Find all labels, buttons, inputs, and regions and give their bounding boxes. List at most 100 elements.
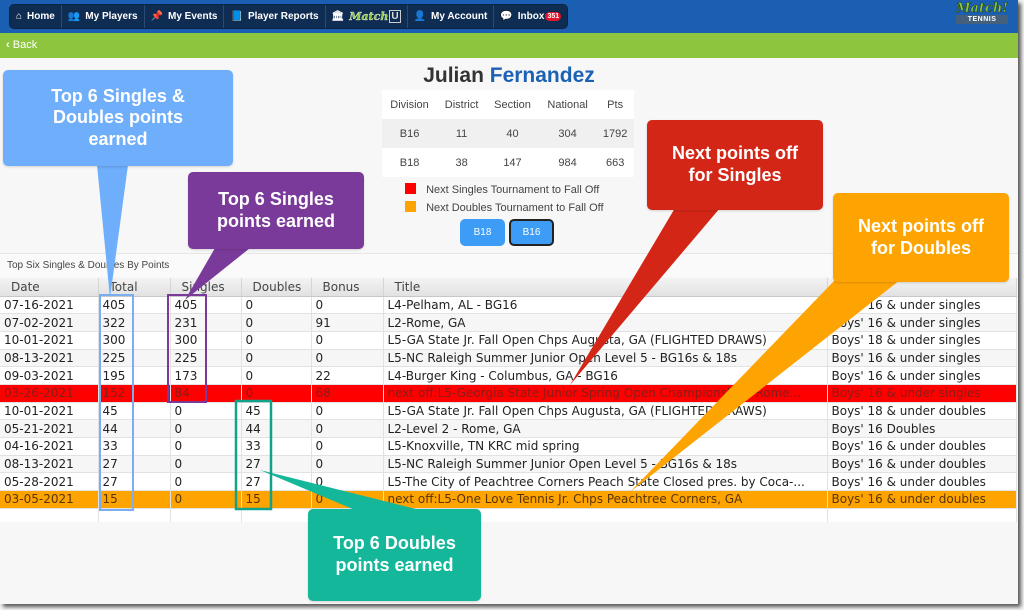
cell-bonus: 0 <box>311 331 384 350</box>
cell-division: Boys' 16 & under doubles <box>827 455 1017 474</box>
cell-title: L2-Rome, GA <box>383 313 828 332</box>
table-filler-row <box>0 508 1017 523</box>
cell-division: Boys' 16 & under singles <box>827 349 1017 368</box>
cell-title: L5-GA State Jr. Fall Open Chps Augusta, … <box>383 331 828 350</box>
filler-cell <box>827 508 1017 523</box>
table-row[interactable]: 10-01-2021 300 300 0 0 L5-GA State Jr. Fall O… <box>0 331 1017 350</box>
back-bar: ‹ Back <box>0 33 1018 58</box>
cell-date: 04-16-2021 <box>0 437 99 456</box>
filler-cell <box>98 508 171 523</box>
rankings-header: Section <box>494 98 531 111</box>
rankings-cell: 147 <box>503 156 522 169</box>
column-header-date[interactable]: Date <box>0 278 99 297</box>
cell-doubles: 27 <box>241 455 312 474</box>
cell-singles: 0 <box>170 402 242 421</box>
rankings-cell: 11 <box>455 127 468 140</box>
highlight-legend: Next Singles Tournament to Fall Off Next… <box>405 181 604 217</box>
users-icon: 👥 <box>67 11 81 22</box>
cell-singles: 405 <box>170 296 242 315</box>
cell-singles: 0 <box>170 490 242 509</box>
cell-bonus: 0 <box>311 402 384 421</box>
cell-total: 300 <box>98 331 171 350</box>
match-tennis-logo[interactable]: Match! TENNIS <box>956 2 1008 24</box>
column-header-total[interactable]: Total <box>98 278 171 297</box>
table-row[interactable]: 03-05-2021 15 0 15 0 next off:L5-One Love Ten… <box>0 490 1017 509</box>
cell-bonus: 0 <box>311 349 384 368</box>
table-row[interactable]: 07-02-2021 322 231 0 91 L2-Rome, GA Boys' 16 &… <box>0 313 1017 332</box>
rankings-cell: 1792 <box>602 127 628 140</box>
nav-inbox[interactable]: 💬 Inbox 351 <box>494 5 567 28</box>
callout-top6-singles: Top 6 Singles points earned <box>188 172 364 249</box>
cell-title: L5-Knoxville, TN KRC mid spring <box>383 437 828 456</box>
cell-title: L5-NC Raleigh Summer Junior Open Level 5… <box>383 349 828 368</box>
cell-division: Boys' 16 Doubles <box>827 419 1017 438</box>
cell-division: Boys' 16 & under singles <box>827 296 1017 315</box>
column-header-title[interactable]: Title <box>383 278 828 297</box>
nav-player-reports-label: Player Reports <box>247 11 319 22</box>
column-header-singles[interactable]: Singles <box>170 278 242 297</box>
rankings-cell: 40 <box>506 127 519 140</box>
division-button-b16[interactable]: B16 <box>509 219 554 246</box>
cell-doubles: 27 <box>241 472 312 492</box>
cell-division: Boys' 16 & under doubles <box>827 490 1017 509</box>
cell-total: 322 <box>98 313 171 332</box>
player-last-name: Fernandez <box>489 64 595 87</box>
legend-item-singles: Next Singles Tournament to Fall Off <box>405 181 604 199</box>
matchu-logo-u: U <box>389 10 401 23</box>
inbox-count-badge: 351 <box>545 12 562 21</box>
cell-date: 10-01-2021 <box>0 402 99 421</box>
callout-next-off-singles: Next points off for Singles <box>647 120 823 210</box>
home-icon: ⌂ <box>16 11 23 22</box>
cell-total: 45 <box>98 402 171 421</box>
table-row[interactable]: 08-13-2021 27 0 27 0 L5-NC Raleigh Summer Jun… <box>0 455 1017 474</box>
nav-my-account[interactable]: 👤 My Account <box>408 5 495 28</box>
cell-title: L4-Burger King - Columbus, GA - BG16 <box>383 366 828 385</box>
legend-swatch-orange <box>405 201 416 212</box>
table-row[interactable]: 05-21-2021 44 0 44 0 L2-Level 2 - Rome, GA Boy… <box>0 419 1017 438</box>
column-header-doubles[interactable]: Doubles <box>241 278 312 297</box>
cell-bonus: 0 <box>311 490 384 509</box>
cell-division: Boys' 16 & under singles <box>827 384 1017 403</box>
cell-division: Boys' 18 & under doubles <box>827 402 1017 421</box>
table-row[interactable]: 05-28-2021 27 0 27 0 L5-The City of Peachtree… <box>0 472 1017 492</box>
rankings-header-row: Division District Section National Pts <box>382 90 634 119</box>
nav-inbox-label: Inbox <box>517 11 545 22</box>
cell-bonus: 91 <box>311 313 384 332</box>
cell-total: 15 <box>98 490 171 509</box>
cell-division: Boys' 16 & under doubles <box>827 472 1017 492</box>
cell-division: Boys' 16 & under doubles <box>827 437 1017 456</box>
table-row[interactable]: 08-13-2021 225 225 0 0 L5-NC Raleigh Summer J… <box>0 349 1017 368</box>
rankings-table: Division District Section National Pts B… <box>382 90 634 177</box>
cell-bonus: 0 <box>311 437 384 456</box>
table-row[interactable]: 03-26-2021 152 84 0 68 next off:L5-Georgia St… <box>0 384 1017 403</box>
column-header-bonus[interactable]: Bonus <box>311 278 384 297</box>
points-table: Date Total Singles Doubles Bonus Title D… <box>0 278 1017 523</box>
cell-date: 03-05-2021 <box>0 490 99 509</box>
nav-player-reports[interactable]: 📘 Player Reports <box>224 5 326 28</box>
table-row[interactable]: 09-03-2021 195 173 0 22 L4-Burger King - Colu… <box>0 366 1017 385</box>
cell-title: L5-GA State Jr. Fall Open Chps Augusta, … <box>383 402 828 421</box>
chevron-left-icon: ‹ <box>6 39 10 51</box>
cell-bonus: 0 <box>311 472 384 492</box>
nav-my-account-label: My Account <box>431 11 488 22</box>
division-button-b18[interactable]: B18 <box>460 219 505 246</box>
back-button[interactable]: ‹ Back <box>6 39 37 51</box>
nav-my-players[interactable]: 👥 My Players <box>62 5 145 28</box>
legend-label: Next Singles Tournament to Fall Off <box>426 184 600 196</box>
filler-cell <box>0 508 99 523</box>
cell-date: 05-28-2021 <box>0 472 99 492</box>
nav-menu: ⌂ Home 👥 My Players 📌 My Events 📘 Player… <box>9 4 569 29</box>
cell-division: Boys' 16 & under singles <box>827 313 1017 332</box>
nav-home[interactable]: ⌂ Home <box>10 5 62 28</box>
nav-my-events[interactable]: 📌 My Events <box>145 5 225 28</box>
rankings-row: B18 38 147 984 663 <box>382 148 634 177</box>
top-nav-bar: ⌂ Home 👥 My Players 📌 My Events 📘 Player… <box>0 0 1018 33</box>
table-row[interactable]: 07-16-2021 405 405 0 0 L4-Pelham, AL - BG16 Bo… <box>0 296 1017 315</box>
table-row[interactable]: 10-01-2021 45 0 45 0 L5-GA State Jr. Fall Ope… <box>0 402 1017 421</box>
nav-home-label: Home <box>27 11 55 22</box>
screenshot-frame: ⌂ Home 👥 My Players 📌 My Events 📘 Player… <box>0 0 1018 604</box>
logo-match-text: Match! <box>956 1 1008 16</box>
table-row[interactable]: 04-16-2021 33 0 33 0 L5-Knoxville, TN KRC mid… <box>0 437 1017 456</box>
nav-matchu[interactable]: 🏛 Match U <box>326 5 408 28</box>
cell-title: L2-Level 2 - Rome, GA <box>383 419 828 438</box>
